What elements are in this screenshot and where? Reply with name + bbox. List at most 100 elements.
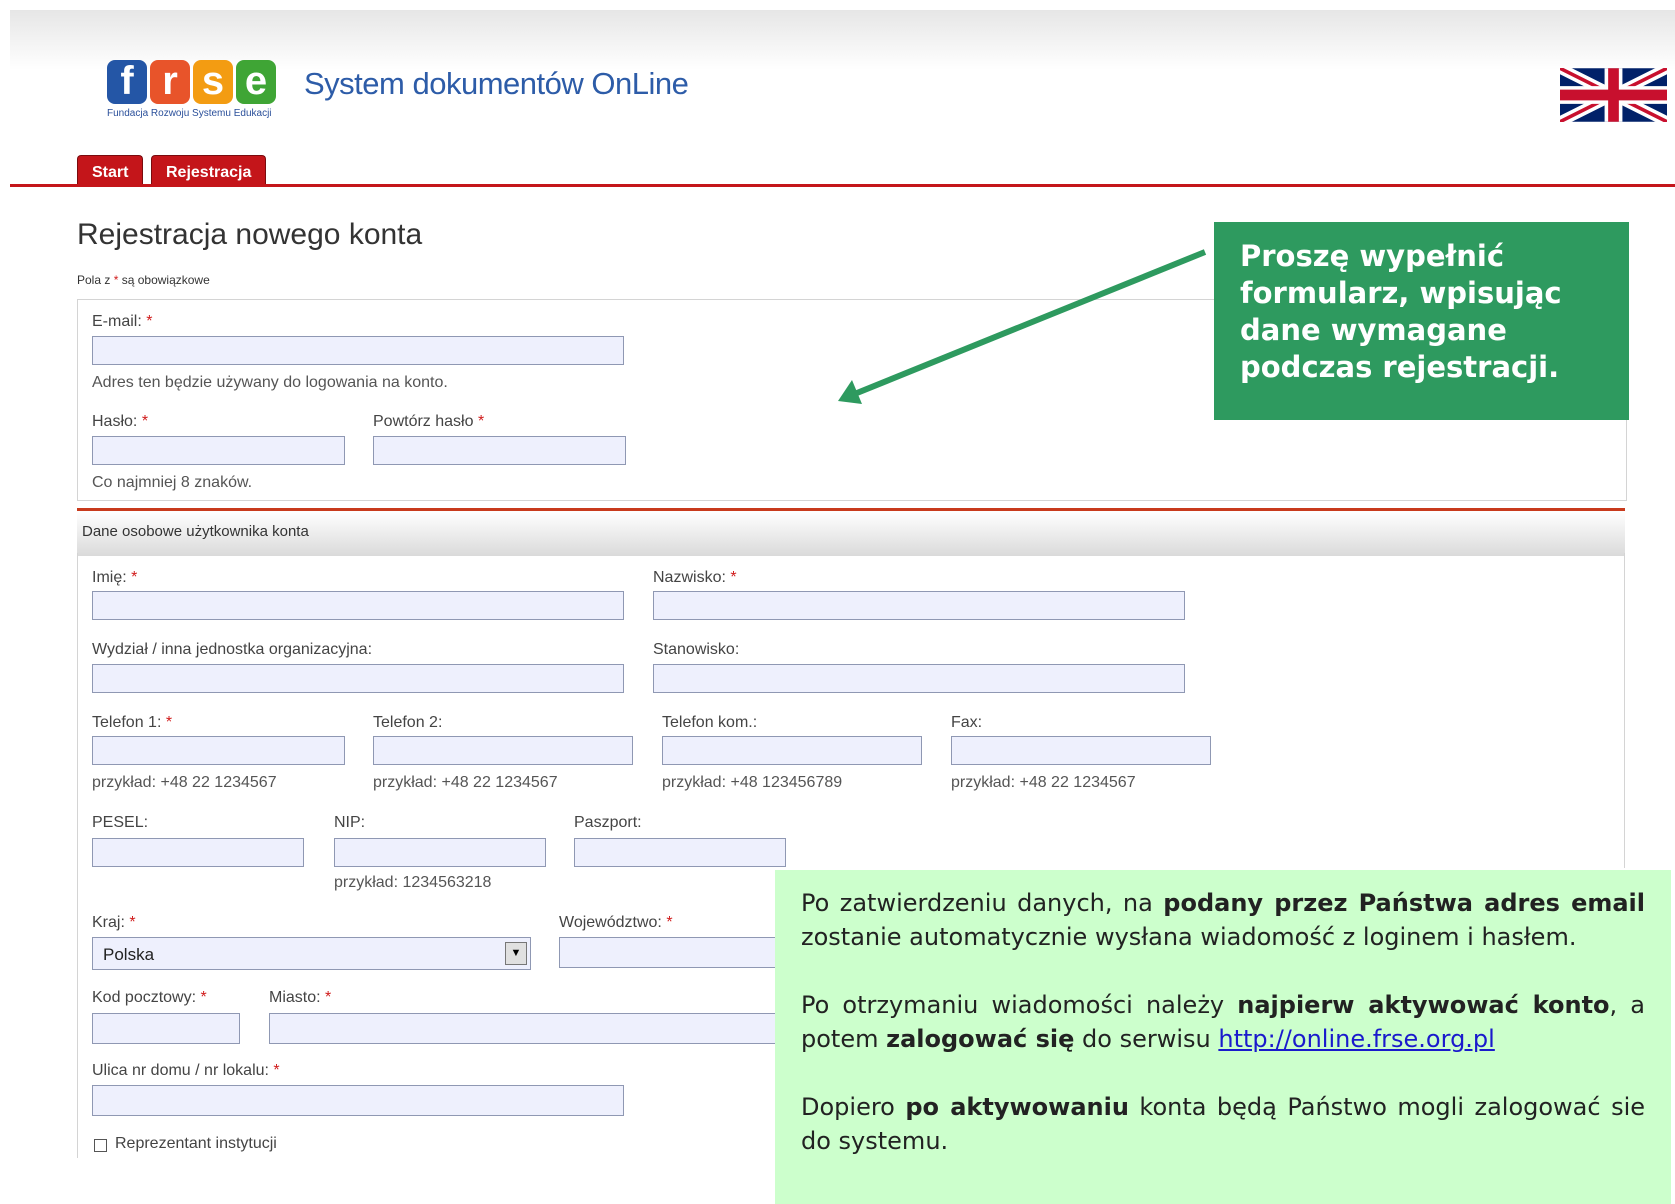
first-name-label-text: Imię: bbox=[92, 569, 127, 586]
repeat-password-label: Powtórz hasło * bbox=[373, 413, 484, 431]
info-bold-text: podany przez Państwa adres email bbox=[1163, 889, 1645, 917]
password-label: Hasło: * bbox=[92, 413, 148, 431]
phone1-hint: przykład: +48 22 1234567 bbox=[92, 774, 277, 791]
repeat-password-field[interactable] bbox=[373, 436, 626, 465]
mobile-field[interactable] bbox=[662, 736, 922, 765]
logo-subtitle: Fundacja Rozwoju Systemu Edukacji bbox=[107, 108, 272, 119]
voivodeship-select[interactable] bbox=[559, 937, 789, 968]
info-text: Po otrzymaniu wiadomości należy bbox=[801, 991, 1238, 1019]
info-paragraph-2: Po otrzymaniu wiadomości należy najpierw… bbox=[801, 988, 1645, 1056]
logo-letter-f: f bbox=[107, 60, 147, 104]
country-select[interactable]: Polska ▼ bbox=[92, 937, 531, 970]
required-star: * bbox=[146, 313, 153, 330]
email-label-text: E-mail: bbox=[92, 313, 142, 330]
tab-start[interactable]: Start bbox=[77, 155, 144, 187]
city-field[interactable] bbox=[269, 1013, 789, 1044]
passport-field[interactable] bbox=[574, 838, 786, 867]
country-label: Kraj: * bbox=[92, 914, 136, 932]
postal-code-label: Kod pocztowy: * bbox=[92, 989, 207, 1007]
info-text: zostanie automatycznie wysłana wiadomość… bbox=[801, 923, 1577, 951]
required-star: * bbox=[273, 1062, 280, 1079]
phone2-label: Telefon 2: bbox=[373, 714, 443, 731]
position-label: Stanowisko: bbox=[653, 641, 740, 658]
info-text: Dopiero bbox=[801, 1093, 906, 1121]
info-bold-text: po aktywowaniu bbox=[905, 1093, 1129, 1121]
voivodeship-label: Województwo: * bbox=[559, 914, 673, 932]
institution-label: Reprezentant instytucji bbox=[115, 1135, 277, 1152]
required-star: * bbox=[129, 914, 136, 931]
email-field[interactable] bbox=[92, 336, 624, 365]
nip-hint: przykład: 1234563218 bbox=[334, 874, 492, 891]
phone1-label: Telefon 1: * bbox=[92, 714, 172, 732]
phone2-hint: przykład: +48 22 1234567 bbox=[373, 774, 558, 791]
required-note: Pola z * są obowiązkowe bbox=[77, 273, 210, 287]
first-name-field[interactable] bbox=[92, 591, 624, 620]
passport-label: Paszport: bbox=[574, 814, 642, 831]
phone1-field[interactable] bbox=[92, 736, 345, 765]
page-title: Rejestracja nowego konta bbox=[77, 218, 423, 251]
tab-rejestracja[interactable]: Rejestracja bbox=[151, 155, 267, 187]
phone2-field[interactable] bbox=[373, 736, 633, 765]
personal-section-header bbox=[77, 508, 1625, 556]
mobile-label: Telefon kom.: bbox=[662, 714, 758, 731]
required-note-post: są obowiązkowe bbox=[121, 273, 210, 287]
last-name-field[interactable] bbox=[653, 591, 1185, 620]
repeat-password-label-text: Powtórz hasło bbox=[373, 413, 474, 430]
street-field[interactable] bbox=[92, 1085, 624, 1116]
last-name-label-text: Nazwisko: bbox=[653, 569, 726, 586]
callout-arrow bbox=[838, 249, 1207, 404]
fax-label: Fax: bbox=[951, 714, 983, 731]
country-label-text: Kraj: bbox=[92, 914, 125, 931]
mobile-hint: przykład: +48 123456789 bbox=[662, 774, 843, 791]
password-hint: Co najmniej 8 znaków. bbox=[92, 474, 253, 491]
section-border-left bbox=[77, 553, 78, 1158]
street-label: Ulica nr domu / nr lokalu: * bbox=[92, 1062, 280, 1080]
required-star: * bbox=[730, 569, 737, 586]
email-label: E-mail: * bbox=[92, 313, 152, 331]
password-label-text: Hasło: bbox=[92, 413, 138, 430]
nip-label: NIP: bbox=[334, 814, 366, 831]
logo-letter-r: r bbox=[150, 60, 190, 104]
password-field[interactable] bbox=[92, 436, 345, 465]
phone1-label-text: Telefon 1: bbox=[92, 714, 162, 731]
info-text: do serwisu bbox=[1074, 1025, 1219, 1053]
postal-code-label-text: Kod pocztowy: bbox=[92, 989, 197, 1006]
info-paragraph-1: Po zatwierdzeniu danych, na podany przez… bbox=[801, 886, 1645, 954]
section-border-right bbox=[1624, 553, 1625, 868]
required-note-pre: Pola z bbox=[77, 273, 111, 287]
fax-field[interactable] bbox=[951, 736, 1211, 765]
logo-letter-s: s bbox=[193, 60, 233, 104]
required-star: * bbox=[165, 714, 173, 731]
required-star: * bbox=[200, 989, 207, 1006]
required-star: * bbox=[666, 914, 673, 931]
postal-code-field[interactable] bbox=[92, 1013, 240, 1044]
email-hint: Adres ten będzie używany do logowania na… bbox=[92, 374, 448, 391]
department-label: Wydział / inna jednostka organizacyjna: bbox=[92, 641, 373, 658]
department-field[interactable] bbox=[92, 664, 624, 693]
last-name-label: Nazwisko: * bbox=[653, 569, 737, 587]
country-select-value: Polska bbox=[103, 945, 155, 964]
dropdown-arrow-icon[interactable]: ▼ bbox=[505, 942, 527, 965]
info-callout: Po zatwierdzeniu danych, na podany przez… bbox=[775, 870, 1671, 1204]
uk-flag-icon[interactable] bbox=[1557, 63, 1670, 127]
nip-field[interactable] bbox=[334, 838, 546, 867]
pesel-field[interactable] bbox=[92, 838, 304, 867]
position-field[interactable] bbox=[653, 664, 1185, 693]
logo-letter-e: e bbox=[236, 60, 276, 104]
required-star: * bbox=[477, 413, 485, 430]
info-bold-text: zalogować się bbox=[886, 1025, 1075, 1053]
personal-section-title: Dane osobowe użytkownika konta bbox=[82, 523, 309, 540]
required-star: * bbox=[141, 413, 149, 430]
voivodeship-label-text: Województwo: bbox=[559, 914, 662, 931]
fax-hint: przykład: +48 22 1234567 bbox=[951, 774, 1136, 791]
callout-arrow-line bbox=[850, 249, 1207, 398]
info-paragraph-3: Dopiero po aktywowaniu konta będą Państw… bbox=[801, 1090, 1645, 1158]
required-star: * bbox=[131, 569, 138, 586]
required-star: * bbox=[113, 273, 119, 287]
pesel-label: PESEL: bbox=[92, 814, 149, 831]
frse-online-link[interactable]: http://online.frse.org.pl bbox=[1218, 1025, 1494, 1053]
tab-divider bbox=[10, 184, 1675, 187]
instruction-callout: Proszę wypełnić formularz, wpisując dane… bbox=[1214, 222, 1629, 420]
institution-checkbox[interactable] bbox=[94, 1139, 107, 1152]
street-label-text: Ulica nr domu / nr lokalu: bbox=[92, 1062, 269, 1079]
